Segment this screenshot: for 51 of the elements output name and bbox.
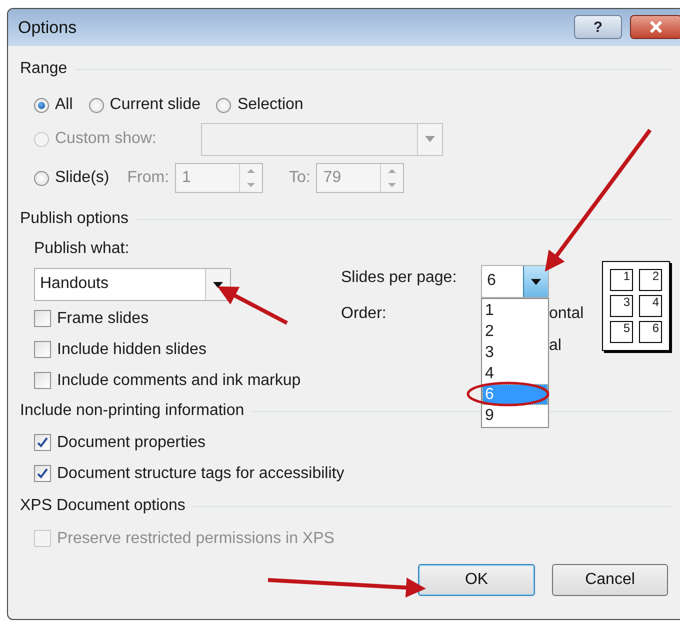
- radio-label: All: [55, 96, 73, 114]
- radio-button[interactable]: [216, 98, 232, 112]
- field-label: Slides per page:: [341, 268, 458, 288]
- dropdown-option[interactable]: 9: [482, 405, 548, 426]
- section-heading: Include non-printing information: [20, 402, 244, 420]
- checkbox-label: Frame slides: [57, 310, 149, 328]
- cancel-button[interactable]: Cancel: [552, 564, 668, 596]
- ok-button[interactable]: OK: [418, 564, 535, 596]
- close-button[interactable]: [630, 15, 680, 39]
- check-icon: [37, 437, 48, 448]
- slides-per-page-dropdown[interactable]: 6: [481, 265, 549, 298]
- close-icon: [648, 21, 664, 33]
- checkbox[interactable]: [34, 310, 51, 327]
- radio-label: Slide(s): [55, 169, 110, 187]
- checkbox-label: Include comments and ink markup: [57, 372, 301, 390]
- dropdown-arrow-icon: [531, 278, 541, 284]
- dropdown-option[interactable]: 1: [482, 300, 548, 321]
- dropdown-option[interactable]: 2: [482, 321, 548, 342]
- section-heading: XPS Document options: [20, 497, 186, 515]
- radio-label: al: [549, 336, 562, 356]
- dropdown-option[interactable]: 4: [482, 363, 548, 384]
- checkbox-label: Preserve restricted permissions in XPS: [57, 530, 334, 548]
- field-label: To:: [289, 169, 310, 187]
- radio-button[interactable]: [34, 98, 49, 112]
- checkbox-label: Document structure tags for accessibility: [57, 464, 344, 482]
- checkbox[interactable]: [34, 341, 51, 358]
- dropdown-option[interactable]: 3: [482, 342, 548, 363]
- publish-what-dropdown[interactable]: Handouts: [34, 268, 231, 301]
- radio-label: Custom show:: [55, 130, 158, 148]
- radio-button[interactable]: [88, 98, 104, 112]
- slide-layout-preview: 1 2 3 4 5 6: [602, 261, 670, 351]
- radio-label: Current slide: [110, 96, 200, 114]
- field-label: Publish what:: [34, 240, 130, 259]
- checkbox-label: Document properties: [57, 434, 206, 452]
- section-heading: Publish options: [20, 210, 129, 228]
- checkbox[interactable]: [34, 372, 51, 389]
- help-button[interactable]: ?: [574, 15, 622, 39]
- field-label: Order:: [341, 304, 388, 324]
- window-title: Options: [18, 18, 77, 38]
- check-icon: [37, 468, 48, 479]
- checkbox[interactable]: [34, 465, 51, 482]
- radio-button[interactable]: [34, 170, 49, 186]
- field-label: From:: [127, 169, 170, 187]
- checkbox-label: Include hidden slides: [57, 340, 206, 358]
- dropdown-arrow-icon: [425, 136, 435, 142]
- arrow: [217, 286, 288, 325]
- dropdown-arrow-icon: [213, 282, 223, 288]
- checkbox[interactable]: [34, 434, 51, 451]
- radio-label: ontal: [549, 304, 584, 324]
- radio-label: Selection: [237, 96, 304, 114]
- section-heading: Range: [20, 60, 68, 78]
